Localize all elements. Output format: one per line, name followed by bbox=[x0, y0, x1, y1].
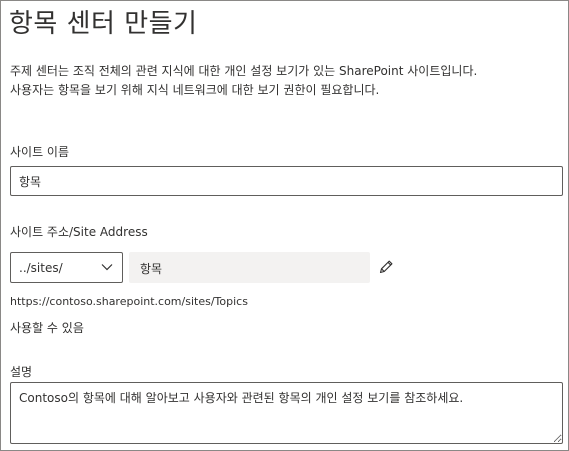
site-name-input[interactable] bbox=[10, 166, 563, 196]
pencil-icon[interactable] bbox=[377, 258, 395, 276]
chevron-down-icon bbox=[101, 264, 113, 271]
page-description: 주제 센터는 조직 전체의 관련 지식에 대한 개인 설정 보기가 있는 Sha… bbox=[10, 64, 478, 97]
description-textarea[interactable]: Contoso의 항목에 대해 알아보고 사용자와 관련된 항목의 개인 설정 … bbox=[10, 382, 563, 444]
site-path-select[interactable]: ../sites/ bbox=[10, 252, 123, 283]
site-name-label: 사이트 이름 bbox=[10, 145, 70, 159]
site-address-label: 사이트 주소/Site Address bbox=[10, 225, 148, 239]
full-site-url: https://contoso.sharepoint.com/sites/Top… bbox=[10, 295, 248, 308]
site-url-segment: 항목 bbox=[129, 252, 370, 283]
site-path-select-value: ../sites/ bbox=[19, 261, 63, 275]
site-url-segment-value: 항목 bbox=[140, 262, 163, 276]
page-title: 항목 센터 만들기 bbox=[9, 9, 198, 39]
create-topic-center-panel: 항목 센터 만들기 주제 센터는 조직 전체의 관련 지식에 대한 개인 설정 … bbox=[0, 0, 569, 451]
description-label: 설명 bbox=[10, 365, 33, 379]
availability-status: 사용할 수 있음 bbox=[10, 321, 84, 335]
